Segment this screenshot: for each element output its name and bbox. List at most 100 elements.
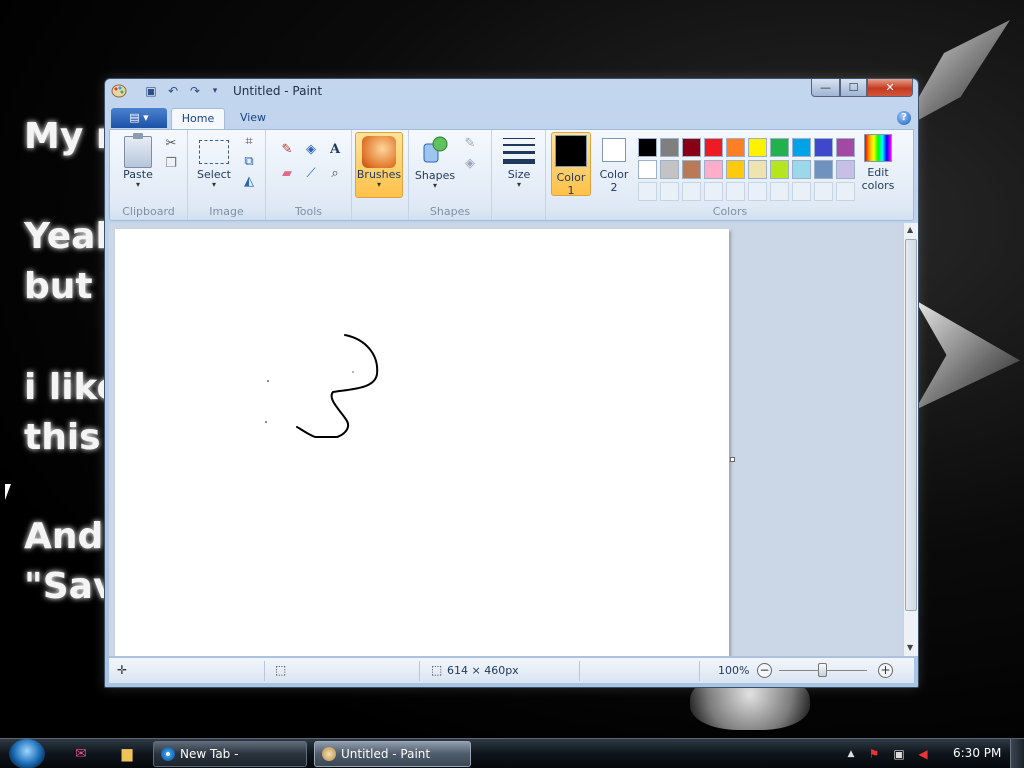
custom-color-slot[interactable] [726,182,745,201]
clipboard-icon [124,133,152,168]
scrollbar-thumb[interactable] [905,239,917,611]
scroll-down-icon[interactable]: ▼ [907,643,913,652]
zoom-slider-thumb[interactable] [818,663,827,677]
select-button[interactable]: Select ▾ [194,136,234,189]
taskbar-button-label: Untitled - Paint [341,747,431,761]
eraser-icon[interactable]: ▰ [278,166,296,182]
browser-icon [161,747,175,761]
custom-color-slot[interactable] [792,182,811,201]
color-swatch[interactable] [726,138,745,157]
custom-color-slot[interactable] [638,182,657,201]
custom-color-slot[interactable] [836,182,855,201]
color-swatch[interactable] [682,138,701,157]
color-2-number: 2 [610,181,618,194]
edit-colors-button[interactable]: Edit colors [856,132,900,192]
scroll-up-icon[interactable]: ▲ [907,225,913,234]
brush-icon [362,136,396,168]
show-desktop-button[interactable] [1010,739,1024,768]
shapes-button[interactable]: Shapes ▾ [413,134,457,190]
pencil-icon[interactable]: ✎ [278,142,296,158]
taskbar-clock[interactable]: 6:30 PM [953,746,1001,760]
edit-colors-label-1: Edit [867,166,889,179]
undo-icon[interactable]: ↶ [165,83,181,99]
image-group: Select ▾ ⌗ ⧉ ◭ Image [188,130,266,220]
color-swatch[interactable] [836,160,855,179]
customize-toolbar-icon[interactable]: ▾ [207,83,223,99]
maximize-button[interactable]: ☐ [840,79,867,97]
custom-color-slot[interactable] [748,182,767,201]
close-button[interactable]: ✕ [867,79,913,97]
canvas-resize-handle[interactable] [730,457,735,462]
color-swatch[interactable] [770,138,789,157]
color-swatch[interactable] [748,138,767,157]
fill-icon[interactable]: ◈ [302,142,320,158]
color-swatch[interactable] [770,160,789,179]
color-swatch[interactable] [726,160,745,179]
paste-button[interactable]: Paste ▾ [118,133,158,189]
explorer-icon[interactable]: ▆ [118,745,136,763]
tab-home[interactable]: Home [171,108,225,130]
custom-color-slot[interactable] [814,182,833,201]
color-picker-icon[interactable]: ⟋ [302,166,320,182]
custom-color-slot[interactable] [704,182,723,201]
color-1-button[interactable]: Color 1 [551,132,591,197]
edit-colors-label-2: colors [861,179,895,192]
minimize-button[interactable]: — [811,79,840,97]
color-swatch[interactable] [836,138,855,157]
cut-icon[interactable]: ✂ [162,136,180,152]
taskbar-button-supermium[interactable]: New Tab - Supermium [153,741,307,767]
paint-menu-button[interactable]: ▤ ▾ [111,108,167,128]
crop-icon[interactable]: ⌗ [240,134,258,150]
color-swatch[interactable] [792,138,811,157]
drawing-canvas[interactable] [115,229,729,656]
copy-icon[interactable]: ❐ [162,156,180,172]
pinned-app-icon[interactable]: ✉ [72,745,90,763]
start-button[interactable] [9,739,45,768]
redo-icon[interactable]: ↷ [187,83,203,99]
color-swatch[interactable] [792,160,811,179]
zoom-out-button[interactable]: − [757,663,772,678]
custom-color-slot[interactable] [682,182,701,201]
help-icon[interactable]: ? [897,111,911,125]
clipboard-group-label: Clipboard [122,205,175,218]
color-swatch[interactable] [660,138,679,157]
tab-view[interactable]: View [231,108,275,130]
selection-size-icon: ⬚ [275,663,287,677]
color-swatch[interactable] [682,160,701,179]
color-swatch[interactable] [814,160,833,179]
volume-muted-icon[interactable]: ◀ [915,746,931,762]
zoom-in-button[interactable]: + [878,663,893,678]
color-swatch[interactable] [748,160,767,179]
action-center-icon[interactable]: ⚑ [866,746,882,762]
magnifier-icon[interactable]: ⌕ [326,166,344,182]
color-swatch[interactable] [638,138,657,157]
outline-icon[interactable]: ✎ [461,136,479,152]
custom-color-slot[interactable] [660,182,679,201]
desktop-text-line: And [24,516,104,557]
color-swatch[interactable] [638,160,657,179]
rotate-icon[interactable]: ◭ [240,174,258,190]
color-swatch[interactable] [814,138,833,157]
show-hidden-icons-icon[interactable]: ▲ [843,746,859,762]
color-swatch[interactable] [704,138,723,157]
network-icon[interactable]: ▣ [891,746,907,762]
color-swatch[interactable] [704,160,723,179]
status-separator [579,661,580,681]
size-button[interactable]: Size ▾ [500,138,538,189]
taskbar-button-paint[interactable]: Untitled - Paint [314,741,471,767]
canvas-drawing [265,334,379,438]
resize-icon[interactable]: ⧉ [240,154,258,170]
color-swatch[interactable] [660,160,679,179]
brushes-button[interactable]: Brushes ▾ [355,132,403,198]
save-icon[interactable]: ▣ [143,83,159,99]
color-2-label: Color [599,168,629,181]
title-bar[interactable]: ▣ ↶ ↷ ▾ Untitled - Paint — ☐ ✕ [105,79,918,103]
shape-fill-icon[interactable]: ◈ [461,156,479,172]
custom-color-slot[interactable] [770,182,789,201]
ribbon-tabs: ▤ ▾ Home View ? [109,107,914,130]
text-icon[interactable]: A [326,142,344,158]
size-group: Size ▾ [492,130,546,220]
color-2-button[interactable]: Color 2 [594,132,634,194]
mouse-cursor-icon [5,484,11,500]
vertical-scrollbar[interactable]: ▲ ▼ [903,223,918,656]
